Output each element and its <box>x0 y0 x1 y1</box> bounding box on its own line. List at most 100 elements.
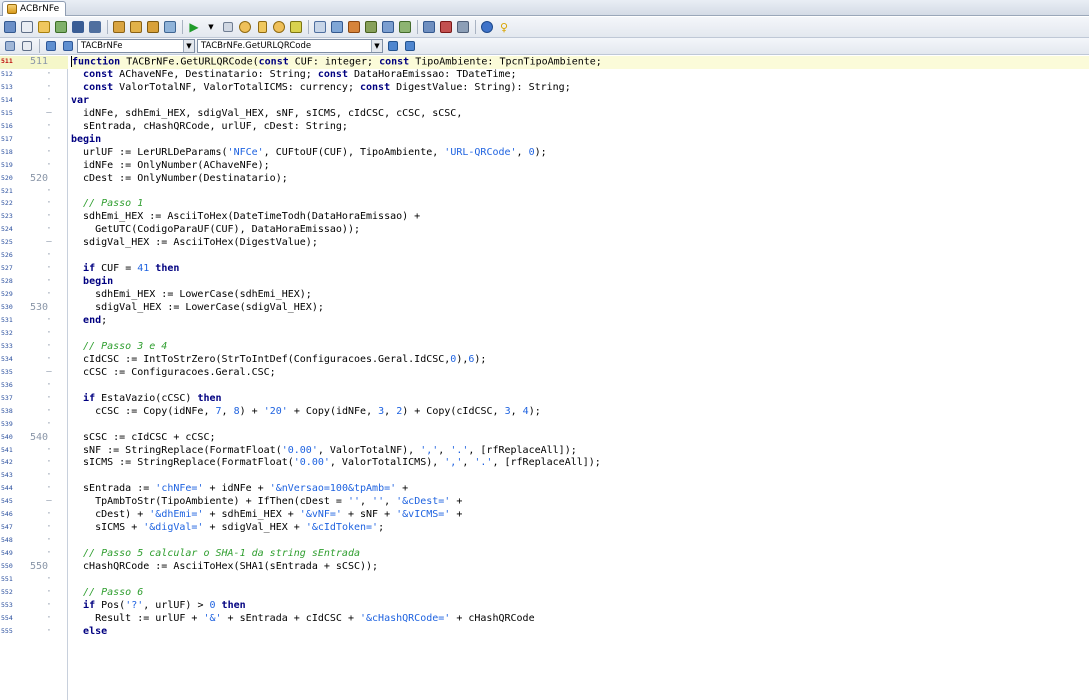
gutter-row[interactable]: 513 · <box>0 82 68 95</box>
sync-icon[interactable] <box>385 38 401 54</box>
code-line[interactable]: urlUF := LerURLDeParams('NFCe', CUFtoUF(… <box>71 147 547 160</box>
tip-icon[interactable]: ♀ <box>496 19 512 35</box>
code-line[interactable]: idNFe := OnlyNumber(AChaveNFe); <box>71 160 270 173</box>
gutter-row[interactable]: 551 · <box>0 574 68 587</box>
structure-icon[interactable] <box>2 38 18 54</box>
class-icon[interactable] <box>43 38 59 54</box>
code-line[interactable]: sdigVal_HEX := AsciiToHex(DigestValue); <box>71 237 318 250</box>
code-line[interactable]: cIdCSC := IntToStrZero(StrToIntDef(Confi… <box>71 354 486 367</box>
gutter-row[interactable]: 516 · <box>0 121 68 134</box>
code-line[interactable]: sdigVal_HEX := LowerCase(sdigVal_HEX); <box>71 302 324 315</box>
help-icon[interactable] <box>479 19 495 35</box>
trace-icon[interactable] <box>237 19 253 35</box>
method-icon[interactable] <box>60 38 76 54</box>
code-line[interactable]: if CUF = 41 then <box>71 263 179 276</box>
gutter-row[interactable]: 519 · <box>0 160 68 173</box>
code-line[interactable]: GetUTC(CodigoParaUF(CUF), DataHoraEmissa… <box>71 224 360 237</box>
gutter-row[interactable]: 526 · <box>0 250 68 263</box>
file-tab-acbrnfe[interactable]: ACBrNFe <box>2 1 67 16</box>
gutter-row[interactable]: 521 · <box>0 186 68 199</box>
code-line[interactable]: cDest) + '&dhEmi=' + sdhEmi_HEX + '&vNF=… <box>71 509 462 522</box>
gutter-row[interactable]: 539 · <box>0 419 68 432</box>
code-line[interactable]: cCSC := Copy(idNFe, 7, 8) + '20' + Copy(… <box>71 406 541 419</box>
code-line[interactable]: end; <box>71 315 107 328</box>
gutter-row[interactable]: 533 · <box>0 341 68 354</box>
gutter-row[interactable]: 523 · <box>0 211 68 224</box>
code-line[interactable]: // Passo 3 e 4 <box>71 341 167 354</box>
gutter-row[interactable]: 534 · <box>0 354 68 367</box>
gutter-row[interactable]: 540 540 <box>0 432 68 445</box>
gutter-row[interactable]: 546 · <box>0 509 68 522</box>
code-line[interactable]: const ValorTotalNF, ValorTotalICMS: curr… <box>71 82 571 95</box>
gutter-row[interactable]: 522 · <box>0 198 68 211</box>
code-line[interactable]: sdhEmi_HEX := LowerCase(sdhEmi_HEX); <box>71 289 312 302</box>
code-line[interactable]: cDest := OnlyNumber(Destinatario); <box>71 173 288 186</box>
code-line[interactable]: else <box>71 626 107 639</box>
method-selector[interactable]: TACBrNFe.GetURLQRCode ▼ <box>197 39 383 53</box>
view-icon[interactable] <box>2 19 18 35</box>
chevron-down-icon[interactable]: ▼ <box>371 40 382 52</box>
gutter-row[interactable]: 547 · <box>0 522 68 535</box>
gutter-row[interactable]: 536 · <box>0 380 68 393</box>
code-line[interactable]: TpAmbToStr(TipoAmbiente) + IfThen(cDest … <box>71 496 462 509</box>
project-icon[interactable] <box>363 19 379 35</box>
gutter-row[interactable]: 549 · <box>0 548 68 561</box>
gutter-row[interactable]: 515 – <box>0 108 68 121</box>
build-icon[interactable] <box>145 19 161 35</box>
gutter-row[interactable]: 555 · <box>0 626 68 639</box>
code-editor[interactable]: 511 511 512 · 513 · 514 · 515–516 · 517 · 518 · 519 · 52… <box>0 56 1089 700</box>
gutter-row[interactable]: 517 · <box>0 134 68 147</box>
grid-icon[interactable] <box>19 19 35 35</box>
unit-icon[interactable] <box>380 19 396 35</box>
gutter-row[interactable]: 545 – <box>0 496 68 509</box>
code-line[interactable]: sICMS := StringReplace(FormatFloat('0.00… <box>71 457 601 470</box>
component-icon[interactable] <box>346 19 362 35</box>
open-dropdown-icon[interactable] <box>53 19 69 35</box>
gutter-row[interactable]: 554 · <box>0 613 68 626</box>
gutter-row[interactable]: 542 · <box>0 457 68 470</box>
chevron-down-icon[interactable]: ▼ <box>183 40 194 52</box>
gutter-row[interactable]: 552 · <box>0 587 68 600</box>
code-line[interactable]: var <box>71 95 89 108</box>
gutter-row[interactable]: 538 · <box>0 406 68 419</box>
gutter-row[interactable]: 525 – <box>0 237 68 250</box>
watch-icon[interactable] <box>312 19 328 35</box>
code-line[interactable]: idNFe, sdhEmi_HEX, sdigVal_HEX, sNF, sIC… <box>71 108 462 121</box>
code-line[interactable]: // Passo 5 calcular o SHA-1 da string sE… <box>71 548 360 561</box>
gutter-row[interactable]: 548 · <box>0 535 68 548</box>
gutter-row[interactable]: 520 520 <box>0 173 68 186</box>
code-line[interactable]: // Passo 6 <box>71 587 143 600</box>
gutter-row[interactable]: 529 · <box>0 289 68 302</box>
folder-icon[interactable] <box>36 19 52 35</box>
code-line[interactable]: cHashQRCode := AsciiToHex(SHA1(sEntrada … <box>71 561 378 574</box>
gutter-row[interactable]: 518 · <box>0 147 68 160</box>
code-line[interactable]: Result := urlUF + '&' + sEntrada + cIdCS… <box>71 613 535 626</box>
explorer-icon[interactable] <box>19 38 35 54</box>
gutter-row[interactable]: 512 · <box>0 69 68 82</box>
gutter-row[interactable]: 527 · <box>0 263 68 276</box>
save-icon[interactable] <box>70 19 86 35</box>
code-line[interactable]: sNF := StringReplace(FormatFloat('0.00',… <box>71 445 577 458</box>
step-over-icon[interactable] <box>254 19 270 35</box>
gutter-row[interactable]: 528 · <box>0 276 68 289</box>
list-icon[interactable] <box>402 38 418 54</box>
code-line[interactable]: begin <box>71 276 113 289</box>
cpu-icon[interactable] <box>329 19 345 35</box>
gutter-row[interactable]: 531 · <box>0 315 68 328</box>
toggle-icon[interactable] <box>421 19 437 35</box>
breakpoint-icon[interactable] <box>288 19 304 35</box>
form-icon[interactable] <box>397 19 413 35</box>
gutter-row[interactable]: 511 511 <box>0 56 68 69</box>
component-palette-icon[interactable] <box>438 19 454 35</box>
settings-icon[interactable] <box>455 19 471 35</box>
gutter-row[interactable]: 535 – <box>0 367 68 380</box>
code-line[interactable]: function TACBrNFe.GetURLQRCode(const CUF… <box>71 56 1089 69</box>
pause-icon[interactable] <box>220 19 236 35</box>
close-icon[interactable] <box>128 19 144 35</box>
code-line[interactable]: if EstaVazio(cCSC) then <box>71 393 221 406</box>
gutter-row[interactable]: 550 550 <box>0 561 68 574</box>
run-dropdown-icon[interactable]: ▼ <box>203 19 219 35</box>
code-line[interactable]: sEntrada, cHashQRCode, urlUF, cDest: Str… <box>71 121 348 134</box>
class-selector[interactable]: TACBrNFe ▼ <box>77 39 195 53</box>
code-line[interactable]: sICMS + '&digVal=' + sdigVal_HEX + '&cId… <box>71 522 384 535</box>
